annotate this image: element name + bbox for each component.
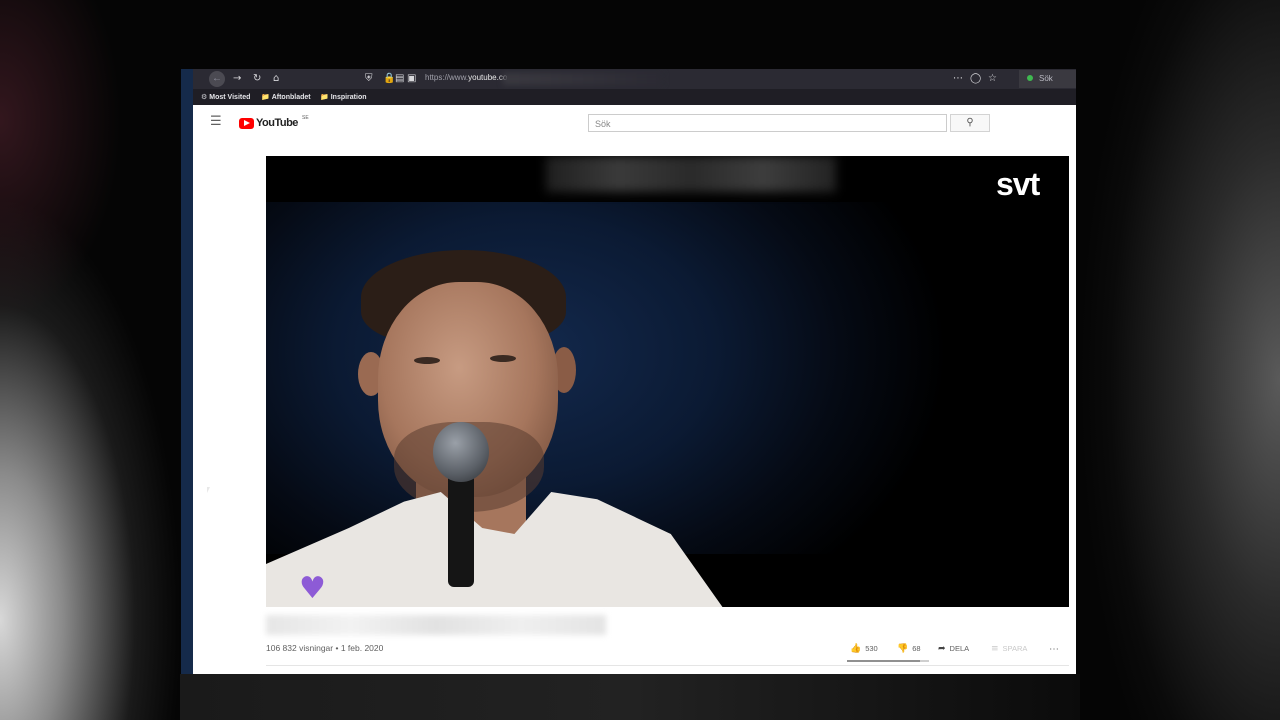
share-button[interactable]: ➦ DELA (938, 644, 969, 654)
bookmark-label: Most Visited (209, 94, 251, 101)
video-player[interactable]: ♥ svt (266, 156, 1069, 607)
background-right-glow (1070, 0, 1280, 720)
like-button[interactable]: 👍 530 (850, 644, 878, 654)
share-arrow-icon: ➦ (938, 644, 946, 654)
video-meta: 106 832 visningar • 1 feb. 2020 (266, 643, 384, 653)
forward-arrow-icon[interactable]: → (233, 72, 241, 86)
performer-eye-left (414, 357, 440, 364)
bookmark-label: Aftonbladet (271, 94, 311, 101)
search-input[interactable]: Sök (588, 114, 947, 132)
video-frame: ♥ (266, 202, 1069, 607)
mouse-cursor-icon (207, 487, 210, 493)
country-code: SE (302, 115, 309, 121)
bookmarks-toolbar: ⚙ Most Visited 📁 Aftonbladet 📁 Inspiration (193, 89, 1076, 105)
reload-icon[interactable]: ↻ (253, 72, 261, 86)
upload-date: 1 feb. 2020 (340, 643, 384, 653)
bookmark-inspiration[interactable]: 📁 Inspiration (320, 92, 367, 103)
monitor-bezel-bottom (180, 674, 1080, 720)
heart-icon: ♥ (299, 571, 326, 606)
url-domain: youtube.co (468, 73, 508, 82)
back-arrow-icon[interactable]: ← (209, 71, 225, 87)
play-icon (244, 120, 250, 126)
pocket-icon[interactable]: ◯ (970, 72, 981, 86)
address-bar-blur (503, 73, 663, 85)
youtube-header: ☰ YouTube SE Sök ⚲ (193, 105, 1076, 141)
background-left-tint (0, 0, 140, 360)
bookmark-most-visited[interactable]: ⚙ Most Visited (201, 92, 250, 103)
shield-icon: ⛨ (365, 73, 373, 84)
microphone-icon (433, 422, 489, 482)
save-button[interactable]: ≡ SPARA (991, 644, 1027, 654)
microphone-stand (448, 472, 474, 587)
home-icon[interactable]: ⌂ (273, 72, 279, 86)
save-label: SPARA (1002, 644, 1028, 653)
browser-search-placeholder: Sök (1039, 74, 1053, 83)
view-count: 106 832 visningar (266, 643, 334, 653)
permissions-icon[interactable]: ▤ (395, 72, 404, 86)
screen-left-edge (181, 69, 193, 674)
dislike-count: 68 (912, 644, 921, 653)
star-icon[interactable]: ☆ (988, 72, 997, 86)
thumbs-down-icon: 👎 (897, 644, 909, 654)
like-ratio-bar (847, 660, 929, 662)
youtube-logo-text[interactable]: YouTube (256, 117, 298, 129)
thumbs-up-icon: 👍 (850, 644, 862, 654)
folder-icon: 📁 (320, 93, 329, 101)
lock-icon: 🔒 (383, 73, 396, 84)
folder-icon: 📁 (261, 93, 270, 101)
search-button[interactable]: ⚲ (950, 114, 990, 132)
like-ratio-fill (847, 660, 920, 662)
video-overlay-title-blurred (546, 156, 836, 192)
share-label: DELA (949, 644, 970, 653)
search-icon: ⚲ (966, 117, 974, 128)
more-horizontal-icon[interactable]: ⋯ (953, 72, 963, 86)
more-actions-icon[interactable]: ⋯ (1049, 644, 1059, 655)
performer-eye-right (490, 355, 516, 362)
monitor-screen: ← → ↻ ⌂ ⛨ 🔒 ▤ ▣ https://www.youtube.co ⋯… (181, 69, 1076, 674)
video-title-blurred (266, 615, 606, 635)
bookmark-label: Inspiration (330, 94, 367, 101)
browser-toolbar: ← → ↻ ⌂ ⛨ 🔒 ▤ ▣ https://www.youtube.co ⋯… (193, 69, 1076, 89)
search-engine-icon (1027, 75, 1033, 81)
address-bar[interactable]: https://www.youtube.co (425, 73, 507, 82)
like-count: 530 (865, 644, 878, 653)
gear-icon: ⚙ (201, 93, 208, 101)
playlist-add-icon: ≡ (991, 644, 999, 654)
dislike-button[interactable]: 👎 68 (897, 644, 921, 654)
hamburger-menu-icon[interactable]: ☰ (210, 114, 222, 129)
divider (266, 665, 1069, 666)
tracking-icon[interactable]: ▣ (407, 72, 416, 86)
bookmark-aftonbladet[interactable]: 📁 Aftonbladet (261, 92, 311, 103)
url-prefix: https://www. (425, 73, 469, 82)
svt-logo: svt (996, 166, 1040, 202)
